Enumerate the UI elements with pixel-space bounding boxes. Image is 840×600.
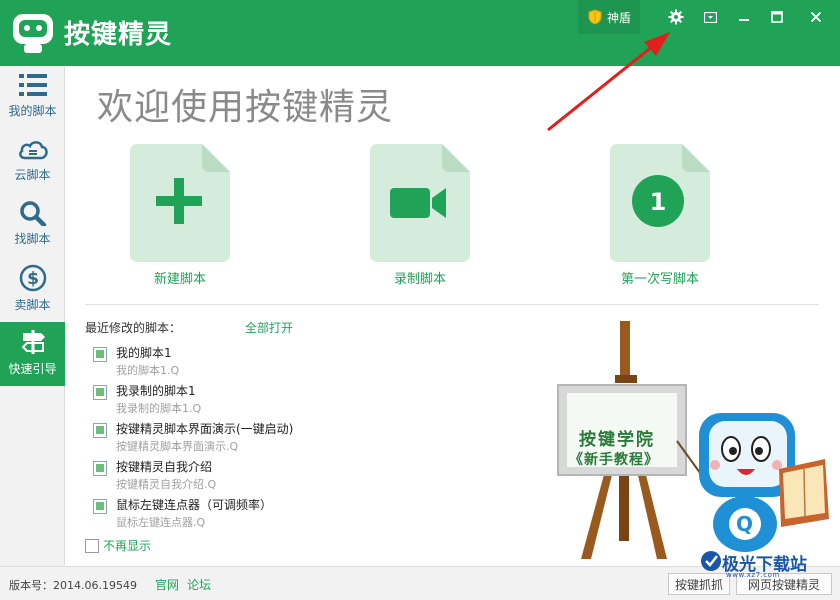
minimize-icon — [739, 19, 749, 21]
record-script-label: 录制脚本 — [393, 272, 446, 287]
recent-scripts-title: 最近修改的脚本： — [85, 321, 182, 335]
title-bar: 按键精灵 神盾 — [0, 0, 840, 66]
dont-show-again-label: 不再显示 — [103, 539, 152, 553]
first-script-label: 第一次写脚本 — [620, 272, 699, 287]
new-script-label: 新建脚本 — [153, 272, 206, 287]
page-title: 欢迎使用按键精灵 — [97, 87, 394, 128]
search-icon — [19, 201, 46, 226]
divider — [85, 304, 819, 305]
script-path: 按键精灵自我介绍.Q — [116, 478, 217, 491]
dollar-icon: $ — [19, 264, 46, 292]
dropdown-icon — [703, 11, 717, 23]
script-name: 我的脚本1 — [116, 346, 172, 360]
shield-button[interactable]: 神盾 — [578, 0, 640, 34]
script-file-icon — [93, 385, 107, 400]
list-item[interactable]: 我录制的脚本1 我录制的脚本1.Q — [93, 382, 393, 420]
maximize-icon — [771, 11, 783, 23]
script-path: 我录制的脚本1.Q — [116, 402, 202, 415]
sidebar-item-label: 快速引导 — [8, 362, 57, 376]
sidebar-item-quick-guide[interactable]: 快速引导 — [0, 322, 65, 386]
sidebar-item-label: 卖脚本 — [14, 298, 51, 312]
list-item[interactable]: 按键精灵脚本界面演示(一键启动) 按键精灵脚本界面演示.Q — [93, 420, 393, 458]
script-file-icon — [93, 461, 107, 476]
key-grabber-button[interactable]: 按键抓抓 — [668, 573, 730, 595]
minimize-button[interactable] — [728, 2, 760, 32]
script-name: 我录制的脚本1 — [116, 384, 196, 398]
tutorial-banner[interactable]: 按键学院 《新手教程》 Q — [553, 321, 840, 566]
sidebar-item-sell-scripts[interactable]: $ 卖脚本 — [0, 258, 65, 322]
open-all-link[interactable]: 全部打开 — [245, 319, 293, 336]
website-link[interactable]: 官网 — [155, 576, 179, 593]
document-icon: 1 — [610, 144, 710, 262]
dont-show-again-checkbox[interactable]: 不再显示 — [85, 537, 151, 554]
cloud-icon — [18, 141, 48, 160]
list-item[interactable]: 鼠标左键连点器（可调频率） 鼠标左键连点器.Q — [93, 496, 393, 534]
sidebar-item-label: 找脚本 — [14, 232, 51, 246]
sidebar-item-find-scripts[interactable]: 找脚本 — [0, 194, 65, 258]
board-title: 按键学院 — [579, 430, 655, 450]
script-name: 鼠标左键连点器（可调频率） — [116, 498, 273, 512]
script-name: 按键精灵脚本界面演示(一键启动) — [116, 422, 294, 436]
script-file-icon — [93, 347, 107, 362]
script-path: 鼠标左键连点器.Q — [116, 516, 206, 529]
script-file-icon — [93, 499, 107, 514]
sidebar-item-label: 我的脚本 — [8, 104, 57, 118]
sidebar-item-cloud-scripts[interactable]: 云脚本 — [0, 130, 65, 194]
board-subtitle: 《新手教程》 — [569, 452, 659, 468]
mascot-illustration — [699, 413, 829, 552]
script-file-icon — [93, 423, 107, 438]
shield-label: 神盾 — [607, 10, 632, 25]
sidebar-item-my-scripts[interactable]: 我的脚本 — [0, 66, 65, 130]
settings-button[interactable] — [660, 2, 692, 32]
list-item[interactable]: 按键精灵自我介绍 按键精灵自我介绍.Q — [93, 458, 393, 496]
document-icon — [370, 144, 470, 262]
sidebar: 我的脚本 云脚本 找脚本 $ 卖脚本 快速引导 — [0, 66, 65, 566]
robot-logo-icon — [13, 14, 53, 53]
maximize-button[interactable] — [761, 2, 793, 32]
list-icon — [18, 74, 47, 96]
sidebar-item-label: 云脚本 — [14, 168, 51, 182]
app-title: 按键精灵 — [64, 20, 173, 50]
script-path: 按键精灵脚本界面演示.Q — [116, 440, 239, 453]
mascot-letter: Q — [736, 512, 754, 536]
close-icon — [810, 11, 822, 23]
svg-text:$: $ — [27, 269, 39, 289]
number-one-text: 1 — [650, 188, 667, 216]
script-name: 按键精灵自我介绍 — [116, 460, 213, 474]
checkbox-box[interactable] — [85, 538, 99, 553]
menu-dropdown-button[interactable] — [694, 2, 726, 32]
main-panel: 欢迎使用按键精灵 新建脚本 录制脚本 1 第一次写脚本 最近修改的脚本： 全部打… — [65, 66, 840, 566]
version-label: 版本号：2014.06.19549 — [9, 579, 137, 592]
signpost-icon — [21, 330, 45, 354]
gear-icon — [668, 9, 684, 25]
list-item[interactable]: 我的脚本1 我的脚本1.Q — [93, 344, 393, 382]
document-icon — [130, 144, 230, 262]
shield-icon — [588, 9, 602, 25]
script-path: 我的脚本1.Q — [116, 364, 180, 377]
close-button[interactable] — [800, 2, 832, 32]
watermark-url: www.xz7.com — [726, 571, 780, 579]
forum-link[interactable]: 论坛 — [187, 576, 211, 593]
